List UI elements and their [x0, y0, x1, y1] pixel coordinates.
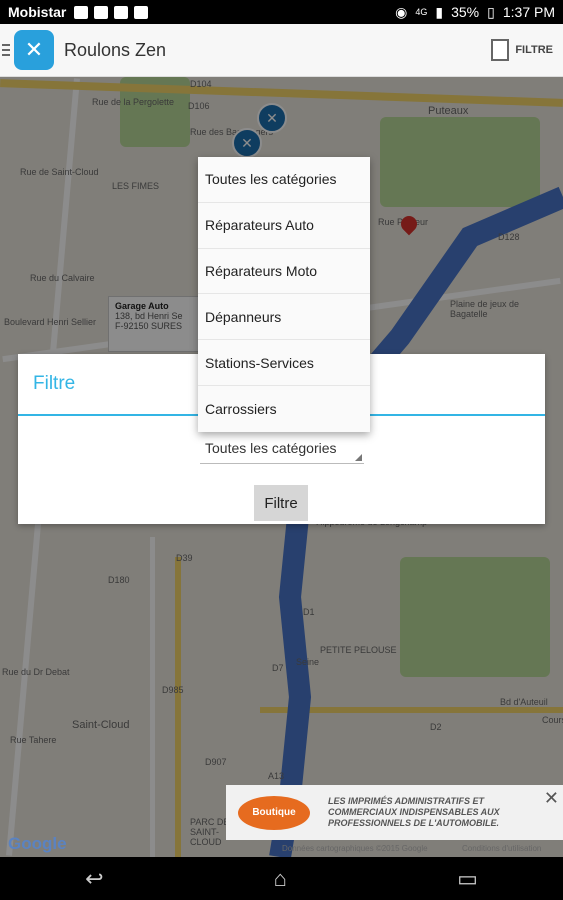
- home-icon[interactable]: ⌂: [274, 866, 287, 892]
- google-logo: Google: [8, 834, 67, 853]
- battery-icon: ▯: [487, 3, 495, 20]
- close-icon[interactable]: ✕: [544, 788, 559, 809]
- battery-label: 35%: [451, 4, 480, 20]
- map-terms-link[interactable]: Conditions d'utilisation: [462, 844, 541, 853]
- filter-button[interactable]: Filtre: [254, 485, 308, 521]
- app-title: Roulons Zen: [64, 39, 167, 60]
- dropdown-item-carrossiers[interactable]: Carrossiers: [198, 386, 370, 432]
- carrier-label: Mobistar: [8, 4, 67, 20]
- navigation-bar: ↩ ⌂ ▭: [0, 857, 563, 900]
- ad-logo: Boutique: [238, 795, 310, 830]
- map-attribution: Données cartographiques ©2015 Google: [282, 844, 428, 853]
- app-logo-icon[interactable]: ✕: [14, 30, 54, 70]
- wifi-icon: ◉: [395, 3, 408, 20]
- ad-banner[interactable]: Boutique LES IMPRIMÉS ADMINISTRATIFS ET …: [226, 785, 563, 840]
- document-icon: [491, 39, 510, 61]
- location-icon: [134, 5, 149, 19]
- dropdown-item-auto[interactable]: Réparateurs Auto: [198, 203, 370, 249]
- spinner-value: Toutes les catégories: [205, 440, 337, 456]
- dropdown-caret-icon: [355, 454, 362, 461]
- spinner-underline: [200, 463, 364, 464]
- category-dropdown: Toutes les catégories Réparateurs Auto R…: [198, 157, 370, 432]
- recent-apps-icon[interactable]: ▭: [457, 866, 478, 892]
- dropdown-item-all[interactable]: Toutes les catégories: [198, 157, 370, 203]
- filter-action-button[interactable]: FILTRE: [491, 39, 553, 61]
- filter-action-label: FILTRE: [515, 44, 553, 56]
- notification-icons: [74, 5, 149, 19]
- status-bar: Mobistar ◉ 4G ▮ 35% ▯ 1:37 PM: [0, 0, 563, 24]
- signal-icon: ▮: [435, 3, 444, 20]
- network-label: 4G: [415, 7, 428, 17]
- drawer-icon[interactable]: [2, 41, 10, 59]
- dialog-title: Filtre: [33, 373, 76, 394]
- clock: 1:37 PM: [502, 4, 555, 20]
- back-icon[interactable]: ↩: [85, 866, 103, 892]
- dropdown-item-depanneurs[interactable]: Dépanneurs: [198, 294, 370, 341]
- dropdown-item-stations[interactable]: Stations-Services: [198, 340, 370, 386]
- ad-text: LES IMPRIMÉS ADMINISTRATIFS ET COMMERCIA…: [328, 796, 500, 828]
- notification-icon: [74, 5, 89, 19]
- image-icon: [94, 5, 109, 19]
- dropdown-item-moto[interactable]: Réparateurs Moto: [198, 249, 370, 295]
- download-icon: [114, 5, 129, 19]
- category-spinner[interactable]: Toutes les catégories: [200, 436, 364, 464]
- action-bar: ✕ Roulons Zen FILTRE: [0, 24, 563, 77]
